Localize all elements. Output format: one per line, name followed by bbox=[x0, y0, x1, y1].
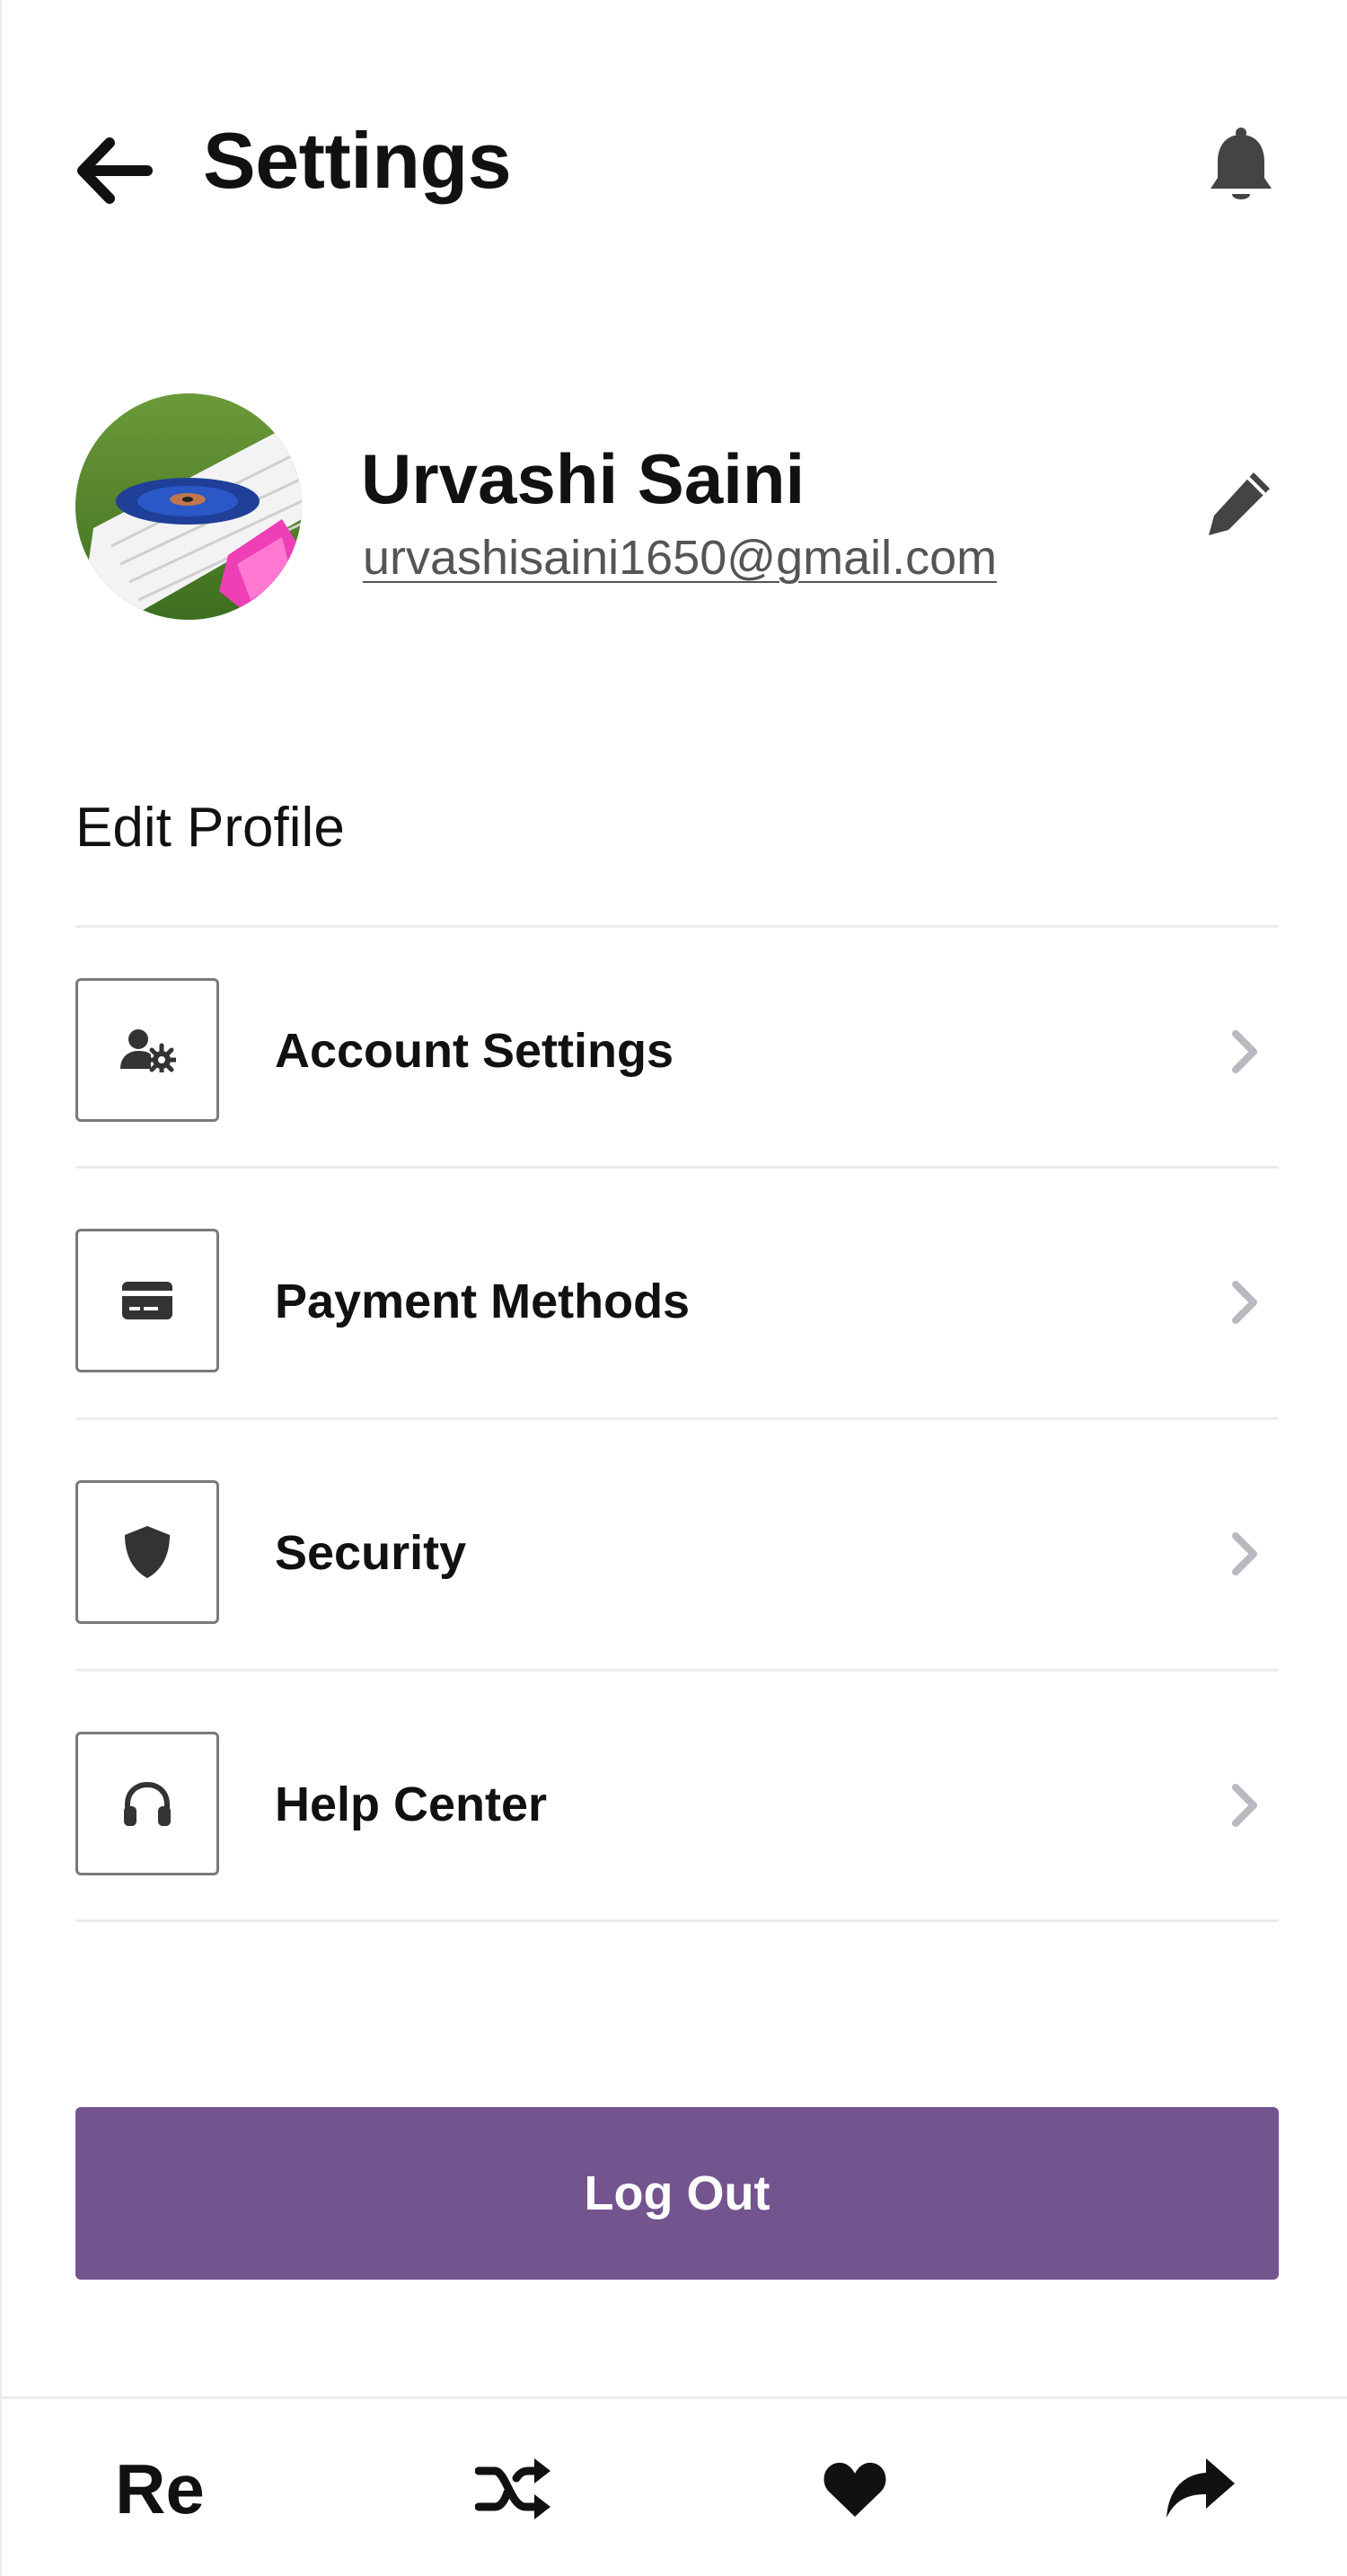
avatar bbox=[75, 393, 302, 620]
pencil-icon bbox=[1209, 472, 1270, 535]
share-arrow-icon bbox=[1167, 2458, 1235, 2518]
menu-item-label: Payment Methods bbox=[275, 1275, 691, 1328]
menu-icon-box bbox=[75, 1732, 219, 1875]
chevron-right-icon bbox=[1232, 1532, 1257, 1575]
headphones-icon bbox=[124, 1781, 171, 1826]
logout-button[interactable]: Log Out bbox=[75, 2107, 1279, 2280]
menu-item-label: Account Settings bbox=[275, 1024, 674, 1078]
nav-item-shuffle[interactable] bbox=[424, 2399, 603, 2576]
chevron-right-icon bbox=[1232, 1030, 1257, 1073]
nav-re-label: Re bbox=[115, 2448, 205, 2528]
back-button[interactable] bbox=[74, 130, 154, 211]
menu-item-payment-methods[interactable]: Payment Methods bbox=[75, 1178, 1279, 1426]
header: Settings bbox=[2, 0, 1347, 332]
menu-item-account-settings[interactable]: Account Settings bbox=[75, 928, 1279, 1176]
user-name: Urvashi Saini bbox=[361, 439, 806, 518]
divider bbox=[75, 1919, 1279, 1922]
nav-item-re[interactable]: Re bbox=[70, 2399, 250, 2576]
menu-item-label: Security bbox=[275, 1526, 467, 1580]
nav-item-favorites[interactable] bbox=[765, 2399, 945, 2576]
menu-icon-box bbox=[75, 1229, 219, 1372]
nav-item-share[interactable] bbox=[1110, 2399, 1290, 2576]
avatar-photo bbox=[75, 393, 302, 620]
notifications-button[interactable] bbox=[1205, 126, 1277, 207]
credit-card-icon bbox=[122, 1282, 172, 1319]
page-title: Settings bbox=[203, 116, 512, 205]
menu-item-security[interactable]: Security bbox=[75, 1430, 1279, 1678]
settings-screen: Settings Urvashi Saini urvashisaini1650@… bbox=[0, 0, 1347, 2576]
bottom-nav: Re bbox=[2, 2396, 1347, 2576]
shield-icon bbox=[125, 1526, 170, 1578]
user-gear-icon bbox=[120, 1029, 176, 1072]
menu-item-label: Help Center bbox=[275, 1778, 548, 1831]
edit-profile-button[interactable] bbox=[1203, 467, 1275, 539]
arrow-left-icon bbox=[77, 137, 153, 204]
section-title: Edit Profile bbox=[75, 797, 345, 859]
menu-item-help-center[interactable]: Help Center bbox=[75, 1681, 1279, 1929]
chevron-right-icon bbox=[1232, 1281, 1257, 1324]
divider bbox=[75, 1669, 1279, 1672]
menu-icon-box bbox=[75, 1480, 219, 1624]
shuffle-icon bbox=[475, 2458, 550, 2519]
chevron-right-icon bbox=[1232, 1784, 1257, 1827]
divider bbox=[75, 1166, 1279, 1169]
divider bbox=[75, 1417, 1279, 1420]
bell-icon bbox=[1211, 128, 1272, 199]
menu-icon-box bbox=[75, 978, 219, 1122]
user-email-link[interactable]: urvashisaini1650@gmail.com bbox=[363, 530, 997, 586]
heart-icon bbox=[823, 2462, 886, 2517]
